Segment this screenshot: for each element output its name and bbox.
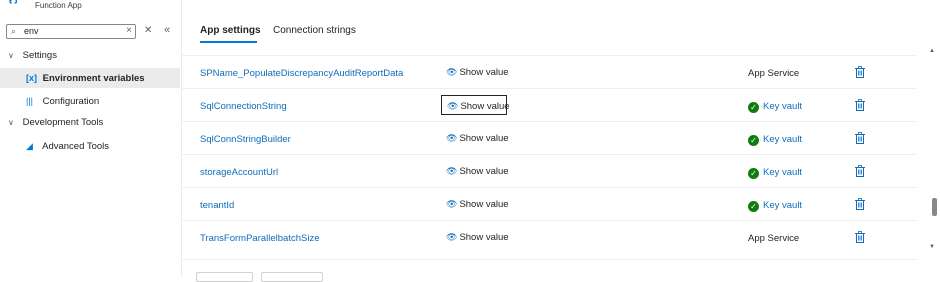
search-icon: ⌕ xyxy=(11,26,17,36)
sidebar-item-configuration[interactable]: ||| Configuration xyxy=(26,92,99,110)
source-text: Key vault xyxy=(763,101,803,112)
sidebar-item-label: Configuration xyxy=(42,96,100,107)
setting-name-link[interactable]: SqlConnStringBuilder xyxy=(200,134,291,145)
tab-label: Connection strings xyxy=(273,25,356,36)
scrollbar-thumb[interactable] xyxy=(932,198,937,216)
delete-icon[interactable] xyxy=(855,165,865,177)
eye-icon: 👁 xyxy=(447,101,459,111)
setting-name-link[interactable]: SqlConnectionString xyxy=(200,101,287,112)
sidebar-item-label: Environment variables xyxy=(42,73,145,84)
sidebar-item-label: Settings xyxy=(22,50,57,61)
chevron-down-icon: ∨ xyxy=(8,118,14,127)
clear-search-icon[interactable]: × xyxy=(126,25,132,36)
table-row: SPName_PopulateDiscrepancyAuditReportDat… xyxy=(181,55,916,89)
sidebar-group-settings[interactable]: ∨ Settings xyxy=(8,47,57,65)
eye-icon: 👁 xyxy=(446,67,458,77)
tab-connection-strings[interactable]: Connection strings xyxy=(273,25,356,36)
eye-icon: 👁 xyxy=(446,166,458,176)
app-subtitle: Function App xyxy=(35,1,82,10)
check-circle-icon: ✓ xyxy=(748,168,759,179)
tab-label: App settings xyxy=(200,25,261,36)
source-label[interactable]: ✓ Key vault xyxy=(748,134,802,146)
show-value-label: Show value xyxy=(459,133,509,144)
setting-name-link[interactable]: SPName_PopulateDiscrepancyAuditReportDat… xyxy=(200,68,403,79)
show-value-button[interactable]: 👁 Show value xyxy=(441,227,509,247)
check-circle-icon: ✓ xyxy=(748,102,759,113)
eye-icon: 👁 xyxy=(446,199,458,209)
table-row: tenantId 👁 Show value ✓ Key vault xyxy=(181,187,916,221)
configuration-icon: ||| xyxy=(26,96,34,106)
delete-icon[interactable] xyxy=(855,66,865,78)
show-value-label: Show value xyxy=(459,199,509,210)
search-input[interactable]: env xyxy=(24,26,39,36)
footer-button[interactable] xyxy=(261,272,323,282)
table-row: TransFormParallelbatchSize 👁 Show value A… xyxy=(181,220,916,254)
show-value-button[interactable]: 👁 Show value xyxy=(441,95,510,115)
check-circle-icon: ✓ xyxy=(748,135,759,146)
source-label[interactable]: ✓ Key vault xyxy=(748,200,802,212)
scroll-up-arrow-icon[interactable]: ▲ xyxy=(929,48,935,54)
source-label[interactable]: ✓ Key vault xyxy=(748,167,802,179)
source-text: Key vault xyxy=(763,167,803,178)
search-box[interactable]: ⌕ env × xyxy=(6,24,136,39)
tab-app-settings[interactable]: App settings xyxy=(200,25,261,36)
table-row: SqlConnectionString 👁 Show value ✓ Key vau… xyxy=(181,88,916,122)
sidebar-item-environment-variables[interactable]: [x] Environment variables xyxy=(26,69,145,87)
chevron-down-icon: ∨ xyxy=(8,51,14,60)
delete-icon[interactable] xyxy=(855,132,865,144)
collapse-menu-button[interactable]: « xyxy=(164,24,170,36)
vertical-scrollbar[interactable]: ▲ ▼ xyxy=(929,48,939,254)
delete-icon[interactable] xyxy=(855,231,865,243)
show-value-label: Show value xyxy=(459,232,509,243)
sidebar-item-advanced-tools[interactable]: ◢ Advanced Tools xyxy=(26,137,109,155)
advanced-tools-icon: ◢ xyxy=(26,141,33,151)
sidebar-item-label: Advanced Tools xyxy=(42,141,110,152)
setting-name-link[interactable]: storageAccountUrl xyxy=(200,167,278,178)
footer-button[interactable] xyxy=(196,272,253,282)
active-tab-indicator xyxy=(200,41,257,43)
source-text: Key vault xyxy=(763,134,803,145)
setting-name-link[interactable]: TransFormParallelbatchSize xyxy=(200,233,320,244)
show-value-label: Show value xyxy=(459,67,509,78)
delete-icon[interactable] xyxy=(855,198,865,210)
show-value-label: Show value xyxy=(459,166,509,177)
show-value-label: Show value xyxy=(460,101,510,112)
show-value-button[interactable]: 👁 Show value xyxy=(441,62,509,82)
source-text: Key vault xyxy=(763,200,803,211)
close-search-button[interactable]: ✕ xyxy=(144,25,152,36)
source-text: App Service xyxy=(748,233,800,244)
show-value-button[interactable]: 👁 Show value xyxy=(441,128,509,148)
environment-variables-icon: [x] xyxy=(26,73,37,83)
function-app-icon: {⁄} xyxy=(8,0,30,6)
scroll-down-arrow-icon[interactable]: ▼ xyxy=(929,244,935,250)
show-value-button[interactable]: 👁 Show value xyxy=(441,161,509,181)
show-value-button[interactable]: 👁 Show value xyxy=(441,194,509,214)
source-text: App Service xyxy=(748,68,800,79)
sidebar-group-development-tools[interactable]: ∨ Development Tools xyxy=(8,114,103,132)
delete-icon[interactable] xyxy=(855,99,865,111)
eye-icon: 👁 xyxy=(446,232,458,242)
source-label: App Service xyxy=(748,233,799,244)
source-label[interactable]: ✓ Key vault xyxy=(748,101,802,113)
table-row: storageAccountUrl 👁 Show value ✓ Key vault xyxy=(181,154,916,188)
check-circle-icon: ✓ xyxy=(748,201,759,212)
main-content: App settings Connection strings SPName_P… xyxy=(181,0,940,282)
source-label: App Service xyxy=(748,68,799,79)
left-nav-pane: {⁄} Function App ⌕ env × ✕ « ∨ Settings … xyxy=(0,0,182,276)
eye-icon: 👁 xyxy=(446,133,458,143)
sidebar-item-label: Development Tools xyxy=(22,117,104,128)
table-bottom-divider xyxy=(181,259,916,260)
setting-name-link[interactable]: tenantId xyxy=(200,200,234,211)
table-row: SqlConnStringBuilder 👁 Show value ✓ Key va… xyxy=(181,121,916,155)
